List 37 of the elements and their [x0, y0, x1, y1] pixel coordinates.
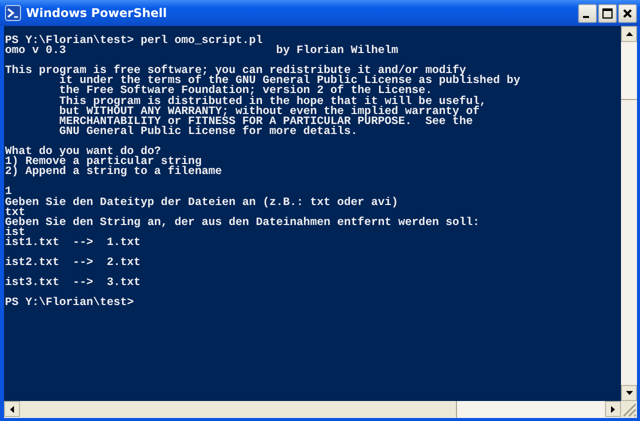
close-button[interactable] [618, 4, 637, 22]
scroll-left-button[interactable] [4, 401, 20, 417]
console-line: PS Y:\Florian\test> perl omo_script.pl [5, 36, 263, 46]
console-line: This program is distributed in the hope that it will be useful, [58, 96, 486, 107]
console-line: omo v 0.3 by Florian Wilhelm [5, 46, 398, 56]
console-line: PS Y:\Florian\test> [5, 298, 134, 309]
resize-grip-icon[interactable] [621, 401, 637, 418]
up-arrow-icon [626, 32, 632, 36]
console-line: the Free Software Foundation; version 2 of the License. [58, 86, 432, 97]
scroll-down-button[interactable] [621, 385, 637, 401]
console-line: Geben Sie den Dateityp der Dateien an (z.B.: txt oder avi) [5, 198, 398, 208]
console-line: ist2.txt --> 2.txt [5, 258, 141, 268]
console-line: txt [5, 208, 26, 218]
console-line: 1 [5, 187, 12, 198]
close-icon [622, 8, 633, 18]
scroll-right-button[interactable] [605, 401, 621, 417]
console-line: ist [5, 228, 26, 238]
vertical-scrollbar[interactable] [621, 26, 637, 401]
horizontal-scrollbar[interactable] [4, 401, 621, 418]
console-line: ist3.txt --> 3.txt [5, 278, 141, 288]
maximize-icon [602, 8, 613, 18]
console-line: but WITHOUT ANY WARRANTY; without even the implied warranty of [58, 106, 480, 117]
console-line: ist1.txt --> 1.txt [5, 238, 141, 248]
left-arrow-icon [10, 406, 14, 412]
minimize-icon [583, 16, 589, 18]
scroll-up-button[interactable] [621, 26, 637, 42]
console-line: 2) Append a string to a filename [5, 167, 222, 178]
console-line: Geben Sie den String an, der aus den Dateinahmen entfernt werden soll: [5, 218, 480, 228]
right-arrow-icon [611, 406, 615, 412]
prompt-icon [5, 5, 21, 21]
console-line: GNU General Public License for more details. [58, 126, 358, 137]
down-arrow-icon [626, 391, 632, 395]
minimize-button[interactable] [578, 4, 597, 22]
window-title: Windows PowerShell [26, 6, 168, 20]
scroll-thumb[interactable] [20, 401, 457, 418]
maximize-button[interactable] [598, 4, 617, 22]
console-line: MERCHANTABILITY or FITNESS FOR A PARTICULAR PURPOSE. See the [58, 116, 473, 127]
